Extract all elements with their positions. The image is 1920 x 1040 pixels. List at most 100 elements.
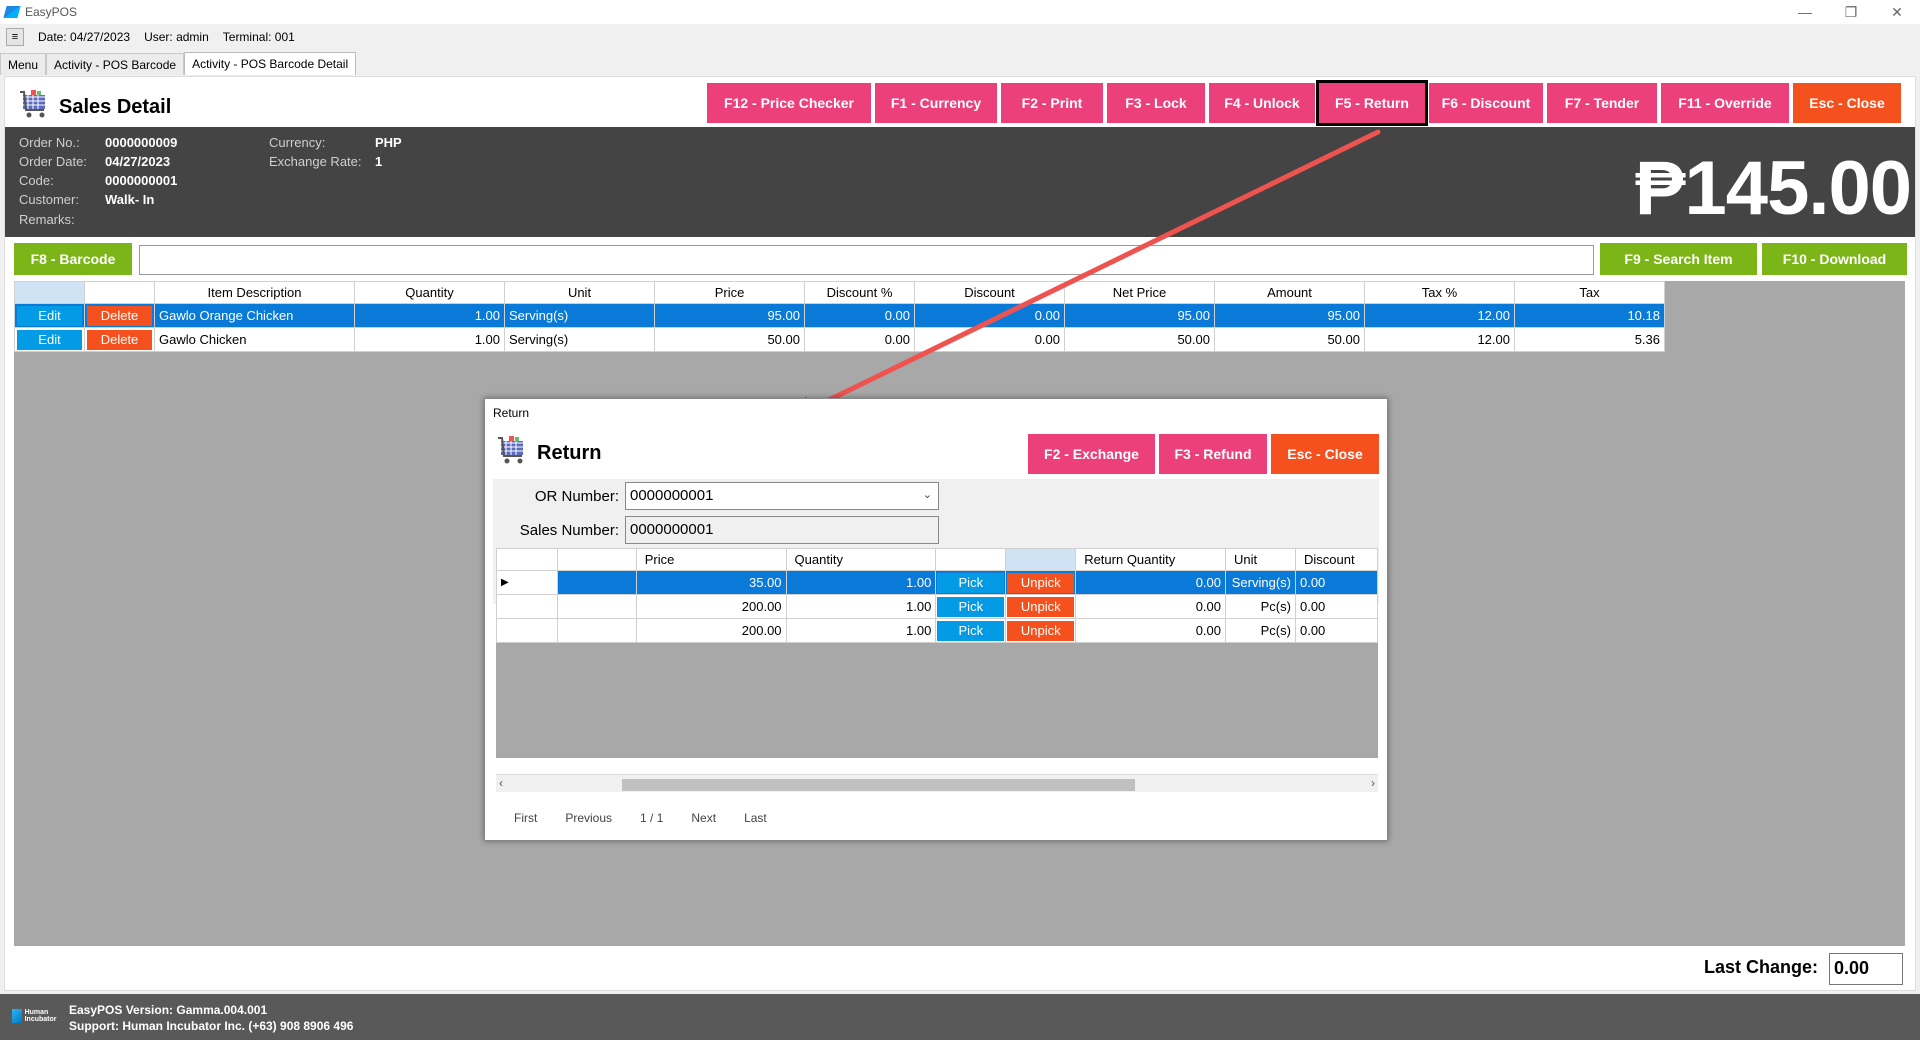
table-row[interactable]: ▶ 35.00 1.00 Pick Unpick 0.00 Serving(s)… [496,570,1379,595]
column-header[interactable]: Discount [1294,548,1379,571]
close-button[interactable]: Esc - Close [1793,83,1901,123]
unpick-button[interactable]: Unpick [1007,596,1075,617]
return-quantity[interactable]: 0.00 [1075,570,1226,595]
discount-button[interactable]: F6 - Discount [1429,83,1543,123]
first-page-button[interactable]: First [514,811,537,825]
item-description[interactable]: Gawlo Chicken [154,327,355,352]
scroll-left-icon[interactable]: ‹ [499,776,503,790]
edit-button[interactable]: Edit [17,305,82,326]
delete-button[interactable]: Delete [87,305,152,326]
pick-button[interactable]: Pick [937,572,1005,593]
price[interactable]: 50.00 [654,327,805,352]
price[interactable]: 35.00 [635,570,787,595]
price[interactable]: 95.00 [654,303,805,328]
dialog-close-button[interactable]: Esc - Close [1271,434,1379,474]
discount-percent[interactable]: 0.00 [804,327,915,352]
price-checker-button[interactable]: F12 - Price Checker [707,83,871,123]
delete-button[interactable]: Delete [87,329,152,350]
unlock-button[interactable]: F4 - Unlock [1209,83,1315,123]
price[interactable]: 200.00 [635,594,787,619]
download-button[interactable]: F10 - Download [1762,243,1907,275]
barcode-button[interactable]: F8 - Barcode [14,243,132,275]
unit[interactable]: Serving(s) [1225,570,1296,595]
or-number-select[interactable]: 0000000001 ⌄ [625,482,939,510]
column-header[interactable]: Tax [1514,281,1665,304]
column-header[interactable]: Net Price [1064,281,1215,304]
column-header[interactable]: Tax % [1364,281,1515,304]
price[interactable]: 200.00 [635,618,787,643]
tab-pos-barcode-detail[interactable]: Activity - POS Barcode Detail [184,52,357,75]
tax[interactable]: 10.18 [1514,303,1665,328]
lock-button[interactable]: F3 - Lock [1107,83,1205,123]
column-header[interactable]: Discount % [804,281,915,304]
table-row[interactable]: Edit Delete Gawlo Chicken 1.00 Serving(s… [14,327,1665,352]
previous-page-button[interactable]: Previous [565,811,612,825]
unpick-button[interactable]: Unpick [1007,572,1075,593]
tax[interactable]: 5.36 [1514,327,1665,352]
column-header[interactable]: Return Quantity [1075,548,1226,571]
discount-percent[interactable]: 0.00 [804,303,915,328]
close-icon[interactable]: ✕ [1874,0,1920,24]
discount[interactable]: 0.00 [914,303,1065,328]
unit[interactable]: Pc(s) [1225,618,1296,643]
discount[interactable]: 0.00 [1294,594,1379,619]
column-header[interactable]: Quantity [785,548,937,571]
return-quantity[interactable]: 0.00 [1075,594,1226,619]
quantity[interactable]: 1.00 [354,327,505,352]
tax-percent[interactable]: 12.00 [1364,327,1515,352]
tab-menu[interactable]: Menu [0,53,47,75]
quantity[interactable]: 1.00 [354,303,505,328]
amount[interactable]: 50.00 [1214,327,1365,352]
refund-button[interactable]: F3 - Refund [1159,434,1267,474]
column-header[interactable]: Unit [1225,548,1296,571]
restore-icon[interactable]: ❐ [1828,0,1874,24]
edit-button[interactable]: Edit [17,329,82,350]
sales-number-field[interactable]: 0000000001 [625,516,939,544]
barcode-input[interactable] [139,245,1594,275]
quantity[interactable]: 1.00 [785,570,937,595]
chevron-down-icon[interactable]: ⌄ [923,488,932,501]
minimize-icon[interactable]: — [1782,0,1828,24]
override-button[interactable]: F11 - Override [1661,83,1789,123]
next-page-button[interactable]: Next [691,811,716,825]
discount[interactable]: 0.00 [1294,618,1379,643]
column-header[interactable]: Price [654,281,805,304]
quantity[interactable]: 1.00 [785,618,937,643]
table-row[interactable]: 200.00 1.00 Pick Unpick 0.00 Pc(s) 0.00 [496,618,1379,643]
net-price[interactable]: 95.00 [1064,303,1215,328]
tax-percent[interactable]: 12.00 [1364,303,1515,328]
currency-button[interactable]: F1 - Currency [875,83,997,123]
exchange-button[interactable]: F2 - Exchange [1028,434,1155,474]
last-page-button[interactable]: Last [744,811,767,825]
net-price[interactable]: 50.00 [1064,327,1215,352]
column-header[interactable]: Unit [504,281,655,304]
tender-button[interactable]: F7 - Tender [1547,83,1657,123]
return-button[interactable]: F5 - Return [1316,80,1428,126]
column-header[interactable]: Price [635,548,787,571]
horizontal-scrollbar[interactable]: ‹ › [496,774,1378,792]
discount[interactable]: 0.00 [914,327,1065,352]
print-button[interactable]: F2 - Print [1001,83,1103,123]
scroll-right-icon[interactable]: › [1371,776,1375,790]
unit[interactable]: Serving(s) [504,327,655,352]
pick-button[interactable]: Pick [937,620,1005,641]
column-header[interactable]: Amount [1214,281,1365,304]
unit[interactable]: Pc(s) [1225,594,1296,619]
unpick-button[interactable]: Unpick [1007,620,1075,641]
column-header[interactable]: Discount [914,281,1065,304]
search-item-button[interactable]: F9 - Search Item [1600,243,1757,275]
menu-toggle-button[interactable]: ≡ [6,28,24,46]
tab-pos-barcode[interactable]: Activity - POS Barcode [46,53,185,75]
scrollbar-thumb[interactable] [622,779,1135,791]
unit[interactable]: Serving(s) [504,303,655,328]
return-quantity[interactable]: 0.00 [1075,618,1226,643]
table-row[interactable]: Edit Delete Gawlo Orange Chicken 1.00 Se… [14,303,1665,328]
quantity[interactable]: 1.00 [785,594,937,619]
amount[interactable]: 95.00 [1214,303,1365,328]
discount[interactable]: 0.00 [1294,570,1379,595]
column-header[interactable]: Quantity [354,281,505,304]
pick-button[interactable]: Pick [937,596,1005,617]
table-row[interactable]: 200.00 1.00 Pick Unpick 0.00 Pc(s) 0.00 [496,594,1379,619]
item-description[interactable]: Gawlo Orange Chicken [154,303,355,328]
column-header[interactable]: Item Description [154,281,355,304]
